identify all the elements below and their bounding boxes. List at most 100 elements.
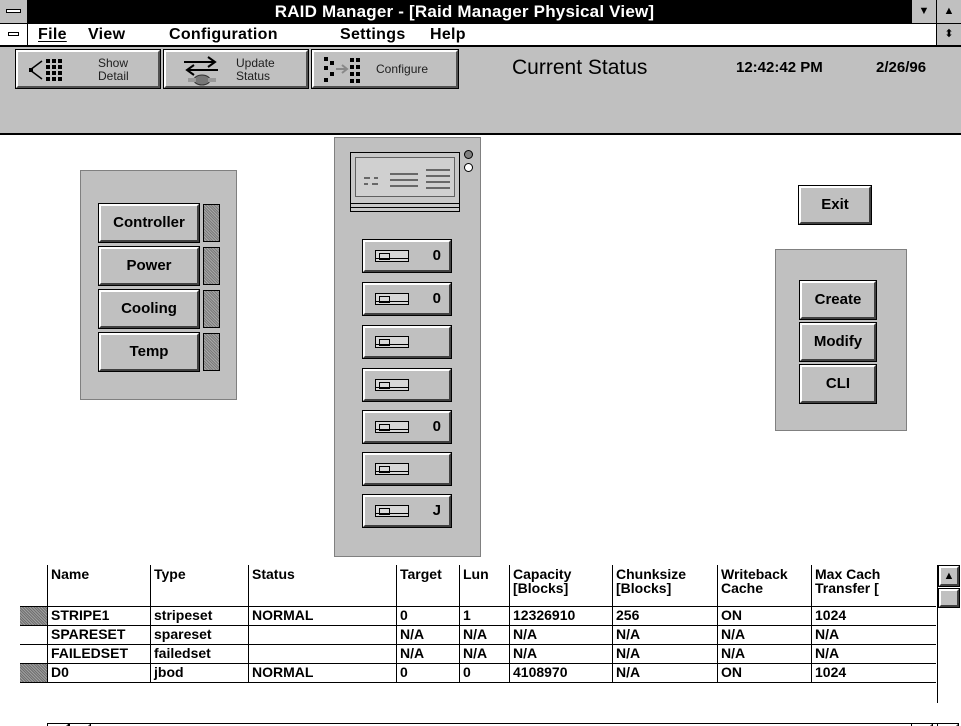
show-detail-button[interactable]: Show Detail xyxy=(15,49,161,89)
column-header[interactable]: Max Cach Transfer [ xyxy=(812,565,936,606)
drive-lun: J xyxy=(432,502,441,519)
table-cell: failedset xyxy=(151,645,249,663)
table-cell: NORMAL xyxy=(249,664,397,682)
table-vertical-scrollbar[interactable]: ▲ xyxy=(937,565,960,703)
menu-settings[interactable]: Settings xyxy=(340,25,406,45)
table-cell: N/A xyxy=(613,626,718,644)
table-cell xyxy=(249,645,397,663)
row-selector[interactable] xyxy=(20,645,48,663)
minimize-button[interactable]: ▼ xyxy=(911,0,936,23)
menu-file[interactable]: File xyxy=(38,25,67,45)
column-header[interactable]: Capacity [Blocks] xyxy=(510,565,613,606)
drive-lun: 0 xyxy=(432,290,441,307)
column-header[interactable]: Target xyxy=(397,565,460,606)
column-header[interactable]: Writeback Cache xyxy=(718,565,812,606)
status-time: 12:42:42 PM xyxy=(736,59,823,76)
maximize-button[interactable]: ▲ xyxy=(936,0,961,23)
app-control-menu-button[interactable] xyxy=(0,0,28,23)
drive-bay-4[interactable] xyxy=(362,368,452,402)
modify-button[interactable]: Modify xyxy=(799,322,877,362)
cooling-button[interactable]: Cooling xyxy=(98,289,200,329)
status-light-icon xyxy=(464,163,473,172)
menu-view[interactable]: View xyxy=(88,25,125,45)
column-header[interactable]: Lun xyxy=(460,565,510,606)
table-cell: 1024 xyxy=(815,664,847,680)
table-cell: 1024 xyxy=(815,607,847,623)
table-cell: D0 xyxy=(48,664,151,682)
cli-button[interactable]: CLI xyxy=(799,364,877,404)
menu-help[interactable]: Help xyxy=(430,25,466,45)
menu-configuration[interactable]: Configuration xyxy=(169,25,278,45)
column-header[interactable]: Status xyxy=(249,565,397,606)
drive-cabinet: 0 0 0 J xyxy=(334,137,481,557)
table-cell: N/A xyxy=(815,626,840,642)
drive-bay-3[interactable] xyxy=(362,325,452,359)
table-cell: FAILEDSET xyxy=(48,645,151,663)
controller-unit[interactable] xyxy=(350,152,460,212)
table-cell: N/A xyxy=(397,645,460,663)
table-cell: N/A xyxy=(397,626,460,644)
controller-vents-icon xyxy=(364,169,450,189)
column-header[interactable]: Name xyxy=(48,565,151,606)
toolbar: Show Detail Update Status Configure Curr… xyxy=(0,47,961,135)
drive-slot-icon xyxy=(375,463,409,475)
drive-bay-5[interactable]: 0 xyxy=(362,410,452,444)
row-selector[interactable] xyxy=(20,664,48,682)
document-control-menu-button[interactable] xyxy=(0,24,28,45)
drive-bay-7[interactable]: J xyxy=(362,494,452,528)
table-cell: N/A xyxy=(460,645,510,663)
restore-button[interactable]: ⬍ xyxy=(936,24,961,45)
drive-slot-icon xyxy=(375,379,409,391)
drive-slot-icon xyxy=(375,421,409,433)
table-cell: ON xyxy=(718,664,812,682)
power-button[interactable]: Power xyxy=(98,246,200,286)
drive-bay-2[interactable]: 0 xyxy=(362,282,452,316)
update-status-icon xyxy=(184,56,218,86)
table-cell xyxy=(249,626,397,644)
temp-button[interactable]: Temp xyxy=(98,332,200,372)
table-cell: 1 xyxy=(460,607,510,625)
scroll-thumb[interactable] xyxy=(938,588,960,608)
drive-lun: 0 xyxy=(432,418,441,435)
menu-bar: File View Configuration Settings Help ⬍ xyxy=(0,24,961,47)
table-cell: stripeset xyxy=(151,607,249,625)
table-cell: 0 xyxy=(460,664,510,682)
current-status-title: Current Status xyxy=(512,56,648,79)
column-header[interactable]: Chunksize [Blocks] xyxy=(613,565,718,606)
window-title: RAID Manager - [Raid Manager Physical Vi… xyxy=(274,2,655,21)
row-selector[interactable] xyxy=(20,626,48,644)
table-cell: N/A xyxy=(815,645,840,661)
subsystem-status-panel: Controller Power Cooling Temp xyxy=(80,170,237,400)
status-date: 2/26/96 xyxy=(876,59,927,76)
table-cell: N/A xyxy=(718,645,812,663)
table-cell: spareset xyxy=(151,626,249,644)
drive-bay-1[interactable]: 0 xyxy=(362,239,452,273)
table-row[interactable]: D0 jbod NORMAL 0 0 4108970 N/A ON 1024 xyxy=(20,664,936,683)
table-cell: N/A xyxy=(510,645,613,663)
table-cell: 256 xyxy=(613,607,718,625)
exit-button[interactable]: Exit xyxy=(798,185,872,225)
drive-bay-6[interactable] xyxy=(362,452,452,486)
scroll-up-icon[interactable]: ▲ xyxy=(938,565,960,587)
configure-button[interactable]: Configure xyxy=(311,49,459,89)
column-header[interactable]: Type xyxy=(151,565,249,606)
controller-status-indicator xyxy=(203,204,220,242)
drive-lun: 0 xyxy=(432,247,441,264)
table-cell: ON xyxy=(718,607,812,625)
row-selector[interactable] xyxy=(20,607,48,625)
table-row[interactable]: STRIPE1 stripeset NORMAL 0 1 12326910 25… xyxy=(20,607,936,626)
create-button[interactable]: Create xyxy=(799,280,877,320)
controller-face xyxy=(355,157,455,197)
physical-view-workspace: Controller Power Cooling Temp 0 0 0 J Ex… xyxy=(0,137,961,726)
update-status-label: Update Status xyxy=(236,56,275,83)
table-row[interactable]: SPARESET spareset N/A N/A N/A N/A N/A N/… xyxy=(20,626,936,645)
table-row[interactable]: FAILEDSET failedset N/A N/A N/A N/A N/A … xyxy=(20,645,936,664)
controller-button[interactable]: Controller xyxy=(98,203,200,243)
drive-slot-icon xyxy=(375,505,409,517)
update-status-button[interactable]: Update Status xyxy=(163,49,309,89)
table-cell: N/A xyxy=(460,626,510,644)
drive-slot-icon xyxy=(375,336,409,348)
table-cell: N/A xyxy=(613,664,718,682)
table-cell: SPARESET xyxy=(48,626,151,644)
table-cell: N/A xyxy=(613,645,718,663)
